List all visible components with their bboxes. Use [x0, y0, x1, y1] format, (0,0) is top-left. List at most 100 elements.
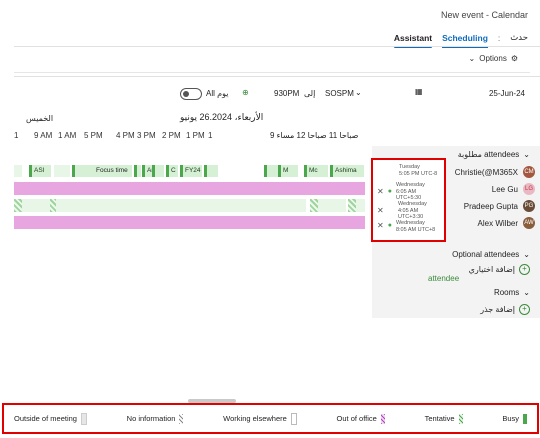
attendee-row-out-of-office	[14, 216, 365, 229]
legend-label: Busy	[502, 414, 519, 423]
tentative-block	[348, 199, 356, 212]
add-optional-attendee[interactable]: إضافة اختياري +	[469, 264, 530, 275]
timezone-time: 8:05 AM UTC+8	[395, 226, 436, 233]
timezone-item: ✕ ● Wednesday 8:05 AM UTC+8	[377, 220, 440, 233]
timezone-item: ✕ ● Wednesday 6:05 AM UTC+5:30	[377, 182, 440, 202]
end-time-field[interactable]: 930PM	[274, 89, 299, 98]
busy-block[interactable]	[152, 165, 164, 177]
free-block	[318, 199, 346, 212]
free-block	[356, 199, 365, 212]
tentative-block	[310, 199, 318, 212]
available-icon: ●	[387, 187, 392, 195]
hour-tick: 3 PM	[137, 131, 156, 140]
add-room-label: إضافة جذر	[480, 305, 515, 314]
busy-block[interactable]: FY24 N	[180, 165, 202, 177]
chevron-down-icon: ⌄	[523, 250, 530, 259]
busy-block[interactable]: Ashima	[330, 165, 364, 177]
busy-block[interactable]	[204, 165, 218, 177]
globe-icon[interactable]: ⊕	[242, 88, 249, 97]
legend-item: Tentative	[424, 413, 463, 424]
rooms-header[interactable]: Rooms ⌄	[494, 288, 530, 297]
add-room[interactable]: إضافة جذر +	[480, 304, 530, 315]
optional-attendees-label: Optional attendees	[452, 250, 520, 259]
timezone-item: Tuesday 5:05 PM UTC-8	[399, 164, 440, 177]
chevron-down-icon: ⌄	[468, 54, 476, 63]
legend-item: No information	[126, 413, 184, 424]
legend: Outside of meeting No information Workin…	[2, 403, 539, 434]
timezone-item: ✕ Wednesday 4:05 AM UTC+3:30	[377, 201, 440, 221]
legend-swatch	[290, 412, 297, 425]
optional-attendee-suffix: attendee	[428, 274, 460, 283]
legend-item: Working elsewhere	[223, 412, 297, 425]
hour-tick: 4 PM	[116, 131, 135, 140]
optional-attendees-header[interactable]: Optional attendees ⌄	[452, 250, 530, 259]
add-optional-label: إضافة اختياري	[468, 265, 515, 274]
tab-separator: :	[497, 32, 501, 43]
calendar-icon[interactable]: ▦	[415, 87, 423, 96]
free-block	[22, 199, 50, 212]
start-date-field[interactable]: 25-Jun-24	[489, 89, 525, 98]
attendee-name: Pradeep Gupta	[463, 201, 518, 211]
tab-event[interactable]: حدث	[510, 30, 528, 45]
legend-swatch	[458, 413, 463, 424]
tentative-block	[14, 199, 22, 212]
required-attendees-label: مطلوبة attendees	[457, 150, 520, 159]
options-bar	[14, 48, 530, 73]
busy-block[interactable]: ASI	[29, 165, 51, 177]
busy-block[interactable]	[264, 165, 278, 177]
busy-block[interactable]: Mc	[304, 165, 328, 177]
attendee-row	[14, 199, 365, 212]
busy-block[interactable]: C	[166, 165, 178, 177]
legend-swatch	[80, 412, 87, 425]
chevron-down-icon[interactable]: ⌄	[355, 88, 362, 97]
hour-tick: 1 AM	[58, 131, 77, 140]
close-icon[interactable]: ✕	[377, 187, 384, 196]
required-attendees-header[interactable]: مطلوبة attendees ⌄	[458, 150, 530, 159]
chevron-down-icon: ⌄	[523, 150, 530, 159]
window-title: New event - Calendar	[440, 10, 528, 20]
timezone-time: 4:05 AM UTC+3:30	[397, 207, 424, 221]
close-icon[interactable]: ✕	[377, 222, 384, 230]
options-button[interactable]: ⌄ Options ⚙	[469, 54, 518, 63]
avatar: LG	[523, 183, 535, 195]
hour-tick: 1	[14, 131, 19, 140]
legend-swatch	[380, 413, 385, 424]
legend-item: Outside of meeting	[14, 412, 87, 425]
attendee-name: Lee Gu	[491, 184, 518, 194]
start-time-field[interactable]: SOSPM	[325, 89, 354, 98]
close-icon[interactable]: ✕	[377, 206, 384, 215]
hour-tick: 1	[208, 131, 213, 140]
all-day-toggle[interactable]	[180, 88, 202, 100]
legend-label: No information	[126, 414, 176, 423]
hour-tick: 5 PM	[84, 131, 103, 140]
free-block	[14, 165, 22, 177]
time-range-label: 9 صباحا 11 صباحا 12 مساء	[270, 131, 359, 140]
date-label: الأربعاء، 26.2024 يونيو	[180, 112, 264, 122]
tab-assistant[interactable]: Assistant	[393, 31, 433, 48]
options-label: Options	[479, 54, 507, 63]
avatar: AW	[523, 217, 535, 229]
all-day-label: All يوم	[206, 89, 229, 98]
attendee-row: ASI Ar C FY24 N M Mc Ashima	[14, 165, 365, 177]
legend-label: Out of office	[336, 414, 377, 423]
chevron-down-icon: ⌄	[523, 288, 530, 297]
legend-label: Tentative	[424, 414, 455, 423]
busy-block[interactable]: M	[278, 165, 298, 177]
add-icon: +	[519, 304, 530, 315]
legend-label: Outside of meeting	[14, 414, 77, 423]
legend-item: Busy	[502, 413, 527, 424]
busy-block[interactable]	[134, 165, 141, 177]
tab-scheduling[interactable]: Scheduling	[442, 31, 488, 48]
attendee-row-out-of-office	[14, 182, 365, 195]
busy-block[interactable]: Ar	[142, 165, 152, 177]
attendee-name: Alex Wilber	[477, 218, 518, 228]
avatar: PG	[523, 200, 535, 212]
focus-time-label: Focus time	[96, 167, 128, 174]
free-block	[54, 165, 70, 177]
grid-header: الخميس الأربعاء، 26.2024 يونيو 9 صباحا 1…	[14, 110, 365, 150]
divider	[14, 46, 540, 47]
to-label: إلى	[304, 89, 316, 98]
legend-swatch	[523, 413, 527, 424]
day-label: الخميس	[26, 114, 54, 123]
settings-sliders-icon: ⚙	[510, 54, 518, 63]
